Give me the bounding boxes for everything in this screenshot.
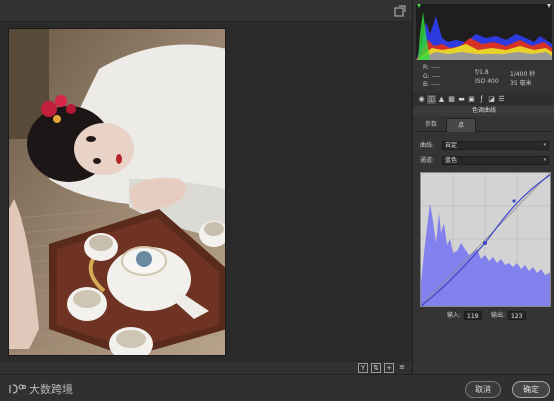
- preview-menu-icon[interactable]: ≡: [397, 363, 407, 373]
- curve-output: 输出: 123: [491, 311, 527, 320]
- chevron-down-icon: ▾: [543, 157, 546, 163]
- tone-curve-graph[interactable]: [420, 172, 551, 307]
- basic-icon[interactable]: ◉: [417, 95, 426, 104]
- image-preview-area: [0, 22, 412, 362]
- before-after-y-button[interactable]: Y: [358, 363, 368, 373]
- g-value: ----: [431, 72, 441, 80]
- r-value: ----: [430, 64, 440, 71]
- output-label: 输出:: [491, 312, 506, 319]
- swap-settings-button[interactable]: ⇅: [371, 363, 381, 373]
- b-label: B:: [423, 81, 430, 88]
- detail-icon[interactable]: ▲: [437, 95, 446, 104]
- adjustment-panel: R: ---- G: ---- B: ---- f/1.8 1/400 秒 IS…: [412, 0, 554, 374]
- input-label: 输入:: [447, 312, 462, 319]
- bottom-bar: 大数跨境 取消 确定: [0, 374, 554, 401]
- brand-logo-icon: [9, 384, 26, 394]
- camera-info: R: ---- G: ---- B: ---- f/1.8 1/400 秒 IS…: [417, 63, 551, 91]
- input-field[interactable]: 119: [464, 311, 483, 320]
- fx-icon[interactable]: ƒ: [477, 95, 486, 104]
- focal-length-value: 35 毫米: [510, 80, 532, 87]
- cancel-button[interactable]: 取消: [465, 381, 501, 398]
- photo-preview: [8, 28, 226, 356]
- rgb-readout: R: ---- G: ---- B: ----: [423, 64, 440, 90]
- tab-point[interactable]: 点: [446, 118, 476, 132]
- lens-icon[interactable]: ▣: [467, 95, 476, 104]
- curve-preset-label: 曲线:: [420, 142, 435, 149]
- tone-curve-icon[interactable]: ◫: [427, 94, 436, 104]
- hsl-icon[interactable]: ▦: [447, 95, 456, 104]
- histogram: [416, 4, 552, 60]
- b-value: ----: [431, 81, 440, 88]
- brand-name: 大数跨境: [29, 383, 73, 396]
- preview-toolbar: Y ⇅ + ≡: [0, 362, 412, 374]
- copy-settings-button[interactable]: +: [384, 363, 394, 373]
- channel-value: 蓝色: [445, 157, 458, 164]
- tab-parametric[interactable]: 参数: [416, 118, 446, 132]
- curve-preset-value: 自定: [445, 142, 458, 149]
- preview-topbar: [0, 0, 412, 22]
- curve-preset-select[interactable]: 自定 ▾: [442, 141, 549, 150]
- fullscreen-toggle-icon[interactable]: [394, 5, 406, 17]
- output-field[interactable]: 123: [508, 311, 527, 320]
- curve-tabs: 参数 点: [416, 118, 552, 132]
- channel-select[interactable]: 蓝色 ▾: [442, 156, 549, 165]
- brand-logo: 大数跨境: [8, 381, 73, 397]
- iso-value: ISO 400: [475, 78, 499, 85]
- panel-icons-row: ◉ ◫ ▲ ▦ ▬ ▣ ƒ ◪ ☰: [413, 93, 554, 105]
- presets-icon[interactable]: ☰: [497, 95, 506, 104]
- channel-field: 通道: 蓝色 ▾: [420, 156, 550, 165]
- r-label: R:: [423, 64, 430, 71]
- curve-input: 输入: 119: [447, 311, 483, 320]
- shutter-value: 1/400 秒: [510, 71, 536, 78]
- g-label: G:: [423, 72, 430, 80]
- split-toning-icon[interactable]: ▬: [457, 95, 466, 104]
- channel-label: 通道:: [420, 157, 435, 164]
- curve-preset-field: 曲线: 自定 ▾: [420, 141, 550, 150]
- chevron-down-icon: ▾: [543, 142, 546, 148]
- aperture-value: f/1.8: [475, 69, 489, 76]
- panel-title: 色调曲线: [413, 106, 554, 116]
- ok-button[interactable]: 确定: [512, 381, 550, 398]
- camera-calibration-icon[interactable]: ◪: [487, 95, 496, 104]
